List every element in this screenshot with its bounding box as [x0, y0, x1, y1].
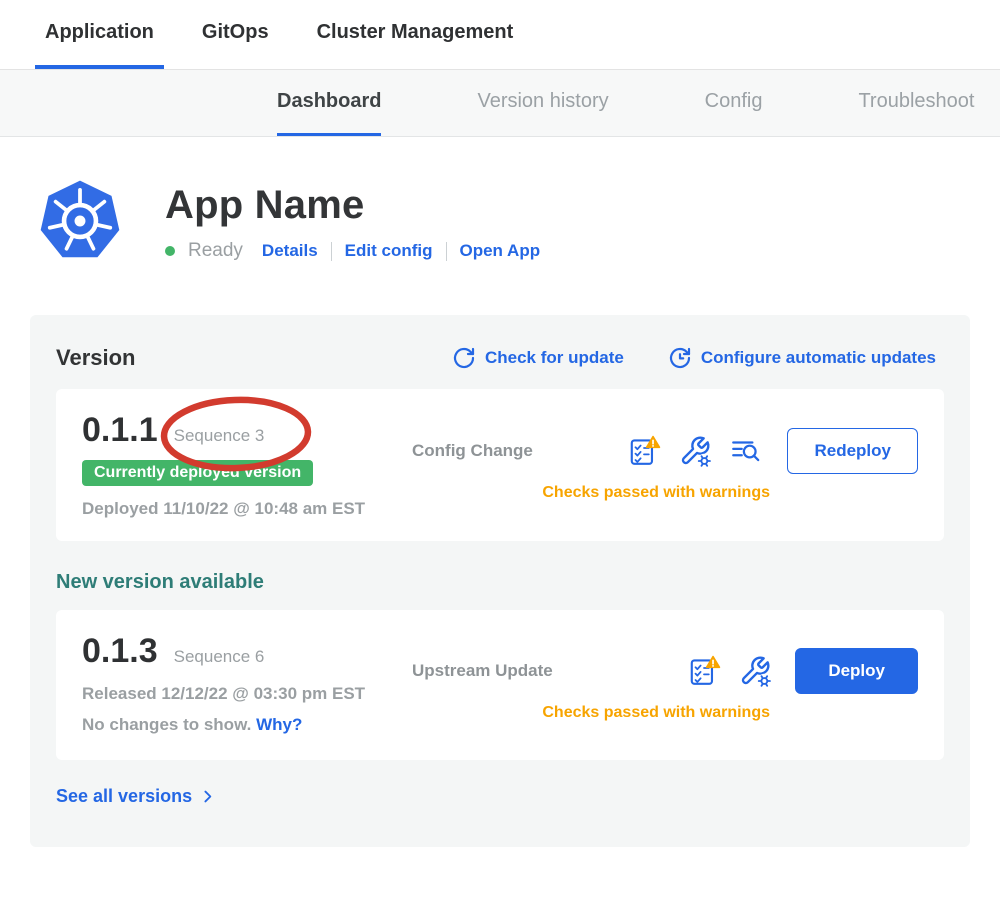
current-checks-status: Checks passed with warnings [412, 484, 918, 502]
kubernetes-logo-icon [38, 179, 122, 263]
tab-config[interactable]: Config [705, 70, 763, 136]
see-all-versions-link[interactable]: See all versions [56, 786, 216, 807]
new-version-heading: New version available [56, 571, 944, 594]
available-version-card: 0.1.3 Sequence 6 Released 12/12/22 @ 03:… [56, 610, 944, 760]
redeploy-button[interactable]: Redeploy [787, 428, 918, 474]
status-text: Ready [188, 240, 243, 262]
version-panel: Version Check for update [30, 315, 970, 847]
version-heading: Version [56, 345, 452, 371]
nav-item-application[interactable]: Application [35, 0, 164, 69]
divider [331, 242, 332, 261]
preflight-checks-warning-icon[interactable] [687, 654, 721, 688]
tab-troubleshoot[interactable]: Troubleshoot [858, 70, 974, 136]
currently-deployed-badge: Currently deployed version [82, 460, 313, 486]
refresh-icon [452, 346, 476, 370]
no-changes-text: No changes to show. [82, 715, 251, 734]
check-for-update-label: Check for update [485, 348, 624, 368]
nav-item-gitops[interactable]: GitOps [192, 0, 279, 69]
current-version-number: 0.1.1 [82, 411, 158, 450]
release-notes-search-icon[interactable] [729, 434, 763, 468]
available-version-number: 0.1.3 [82, 632, 158, 671]
preflight-checks-warning-icon[interactable] [627, 434, 661, 468]
chevron-right-icon [199, 788, 216, 805]
current-version-card: 0.1.1 Sequence 3 Currently deployed vers… [56, 389, 944, 541]
primary-nav: Application GitOps Cluster Management [0, 0, 1000, 70]
current-change-type: Config Change [412, 441, 627, 461]
open-app-link[interactable]: Open App [460, 241, 541, 261]
config-wrench-gear-icon[interactable] [739, 655, 771, 687]
page-title: App Name [165, 183, 540, 228]
tab-dashboard[interactable]: Dashboard [277, 70, 381, 136]
available-sequence-label: Sequence 6 [174, 647, 265, 667]
deploy-button[interactable]: Deploy [795, 648, 918, 694]
config-wrench-gear-icon[interactable] [679, 435, 711, 467]
released-timestamp: Released 12/12/22 @ 03:30 pm EST [82, 684, 412, 704]
refresh-clock-icon [668, 346, 692, 370]
deployed-timestamp: Deployed 11/10/22 @ 10:48 am EST [82, 499, 412, 519]
details-link[interactable]: Details [262, 241, 318, 261]
divider [446, 242, 447, 261]
app-tabs: Dashboard Version history Config Trouble… [0, 70, 1000, 137]
nav-item-cluster-management[interactable]: Cluster Management [307, 0, 524, 69]
status-dot-icon [165, 246, 175, 256]
edit-config-link[interactable]: Edit config [345, 241, 433, 261]
current-sequence-label: Sequence 3 [174, 426, 265, 446]
tab-version-history[interactable]: Version history [477, 70, 608, 136]
available-checks-status: Checks passed with warnings [412, 704, 918, 722]
configure-auto-updates-label: Configure automatic updates [701, 348, 936, 368]
configure-auto-updates-button[interactable]: Configure automatic updates [668, 346, 936, 370]
app-status-row: Ready Details Edit config Open App [165, 240, 540, 262]
why-link[interactable]: Why? [256, 715, 302, 734]
available-change-type: Upstream Update [412, 661, 687, 681]
see-all-versions-label: See all versions [56, 786, 192, 807]
check-for-update-button[interactable]: Check for update [452, 346, 624, 370]
app-header: App Name Ready Details Edit config Open … [0, 137, 1000, 263]
